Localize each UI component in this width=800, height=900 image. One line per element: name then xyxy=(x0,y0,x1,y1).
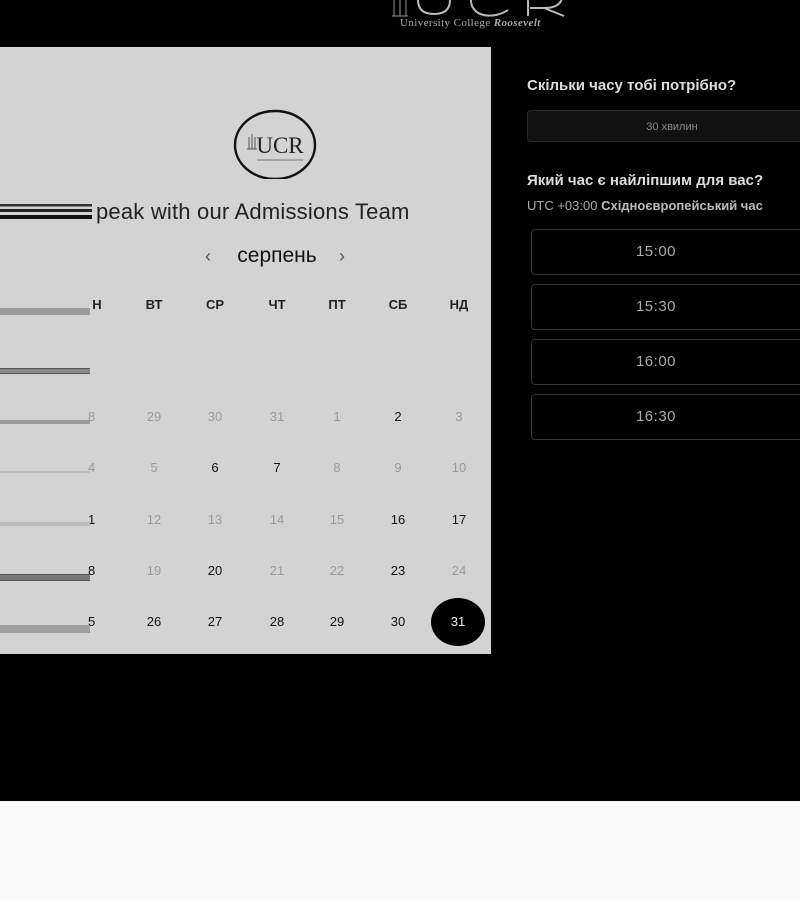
calendar-day[interactable]: 16 xyxy=(373,509,423,531)
weekday-label: СР xyxy=(205,297,225,312)
calendar-day: 3 xyxy=(455,409,463,424)
dark-footer-band xyxy=(0,654,800,801)
month-navigation: ‹ серпень › xyxy=(0,241,491,271)
row-bar xyxy=(0,574,90,581)
calendar-day: 13 xyxy=(207,512,223,527)
row-bar xyxy=(0,625,90,633)
calendar-day[interactable]: 28 xyxy=(252,611,302,633)
calendar-day[interactable]: 29 xyxy=(312,611,362,633)
calendar-day: 19 xyxy=(146,563,162,578)
calendar-heading: peak with our Admissions Team xyxy=(96,199,410,224)
calendar-day[interactable]: 27 xyxy=(190,611,240,633)
header-logo-text: University College Roosevelt xyxy=(400,17,541,29)
time-slot-button[interactable]: 16:00 xyxy=(531,339,800,385)
calendar-day[interactable]: 17 xyxy=(434,509,484,531)
timezone-offset: UTC +03:00 xyxy=(527,198,598,213)
duration-select[interactable]: 30 хвилин xyxy=(527,110,800,142)
calendar-day[interactable]: 23 xyxy=(373,560,423,582)
weekday-label: СБ xyxy=(388,297,408,312)
calendar-day-selected[interactable]: 31 xyxy=(431,598,485,646)
calendar-day: 8 xyxy=(88,409,96,424)
row-bar xyxy=(0,522,90,526)
timezone-name: Східноєвропейський час xyxy=(601,198,763,213)
calendar-day: 21 xyxy=(269,563,285,578)
calendar-day[interactable]: 26 xyxy=(129,611,179,633)
calendar-day: 1 xyxy=(333,409,341,424)
weekday-label: ПТ xyxy=(328,297,346,312)
calendar-day: 10 xyxy=(451,460,467,475)
heading-bars-graphic xyxy=(0,204,92,219)
page-bottom-area xyxy=(0,801,800,900)
calendar-day: 14 xyxy=(269,512,285,527)
calendar-day[interactable]: 6 xyxy=(190,457,240,479)
calendar-day[interactable]: 2 xyxy=(373,406,423,428)
calendar-day: 29 xyxy=(146,409,162,424)
calendar-day: 4 xyxy=(88,460,96,475)
calendar-panel: UCR peak with our Admissions Team ‹ серп… xyxy=(0,47,491,654)
time-slot-button[interactable]: 15:30 xyxy=(531,284,800,330)
weekday-label: ВТ xyxy=(145,297,163,312)
chevron-left-icon[interactable]: ‹ xyxy=(198,241,218,271)
row-bar xyxy=(0,471,90,473)
row-bar xyxy=(0,308,90,315)
weekday-label: НД xyxy=(449,297,469,312)
calendar-day: 15 xyxy=(329,512,345,527)
month-label: серпень xyxy=(237,244,317,267)
calendar-day: 8 xyxy=(333,460,341,475)
calendar-day[interactable]: 5 xyxy=(88,611,106,633)
time-question-label: Який час є найліпшим для вас? xyxy=(527,172,764,189)
time-slot-button[interactable]: 16:30 xyxy=(531,394,800,440)
calendar-day: 5 xyxy=(150,460,158,475)
calendar-day: 31 xyxy=(269,409,285,424)
calendar-day: 12 xyxy=(146,512,162,527)
calendar-day: 9 xyxy=(394,460,402,475)
calendar-day: 24 xyxy=(451,563,467,578)
header-bar: University College Roosevelt xyxy=(0,0,800,47)
ucr-logo-circle: UCR xyxy=(233,109,317,179)
timezone-label: UTC +03:00 Східноєвропейський час xyxy=(527,198,763,213)
chevron-right-icon[interactable]: › xyxy=(332,241,352,271)
calendar-day[interactable]: 1 xyxy=(88,509,106,531)
row-bar xyxy=(0,368,90,374)
calendar-day: 30 xyxy=(207,409,223,424)
weekday-label: ЧТ xyxy=(268,297,286,312)
booking-panel: Скільки часу тобі потрібно? 30 хвилин Як… xyxy=(491,47,800,654)
calendar-day[interactable]: 8 xyxy=(88,560,106,582)
calendar-day[interactable]: 7 xyxy=(252,457,302,479)
calendar-day[interactable]: 30 xyxy=(373,611,423,633)
calendar-day: 22 xyxy=(329,563,345,578)
time-slot-button[interactable]: 15:00 xyxy=(531,229,800,275)
calendar-day[interactable]: 20 xyxy=(190,560,240,582)
row-bar xyxy=(0,420,90,424)
svg-text:UCR: UCR xyxy=(256,133,304,158)
duration-label: Скільки часу тобі потрібно? xyxy=(527,77,737,94)
